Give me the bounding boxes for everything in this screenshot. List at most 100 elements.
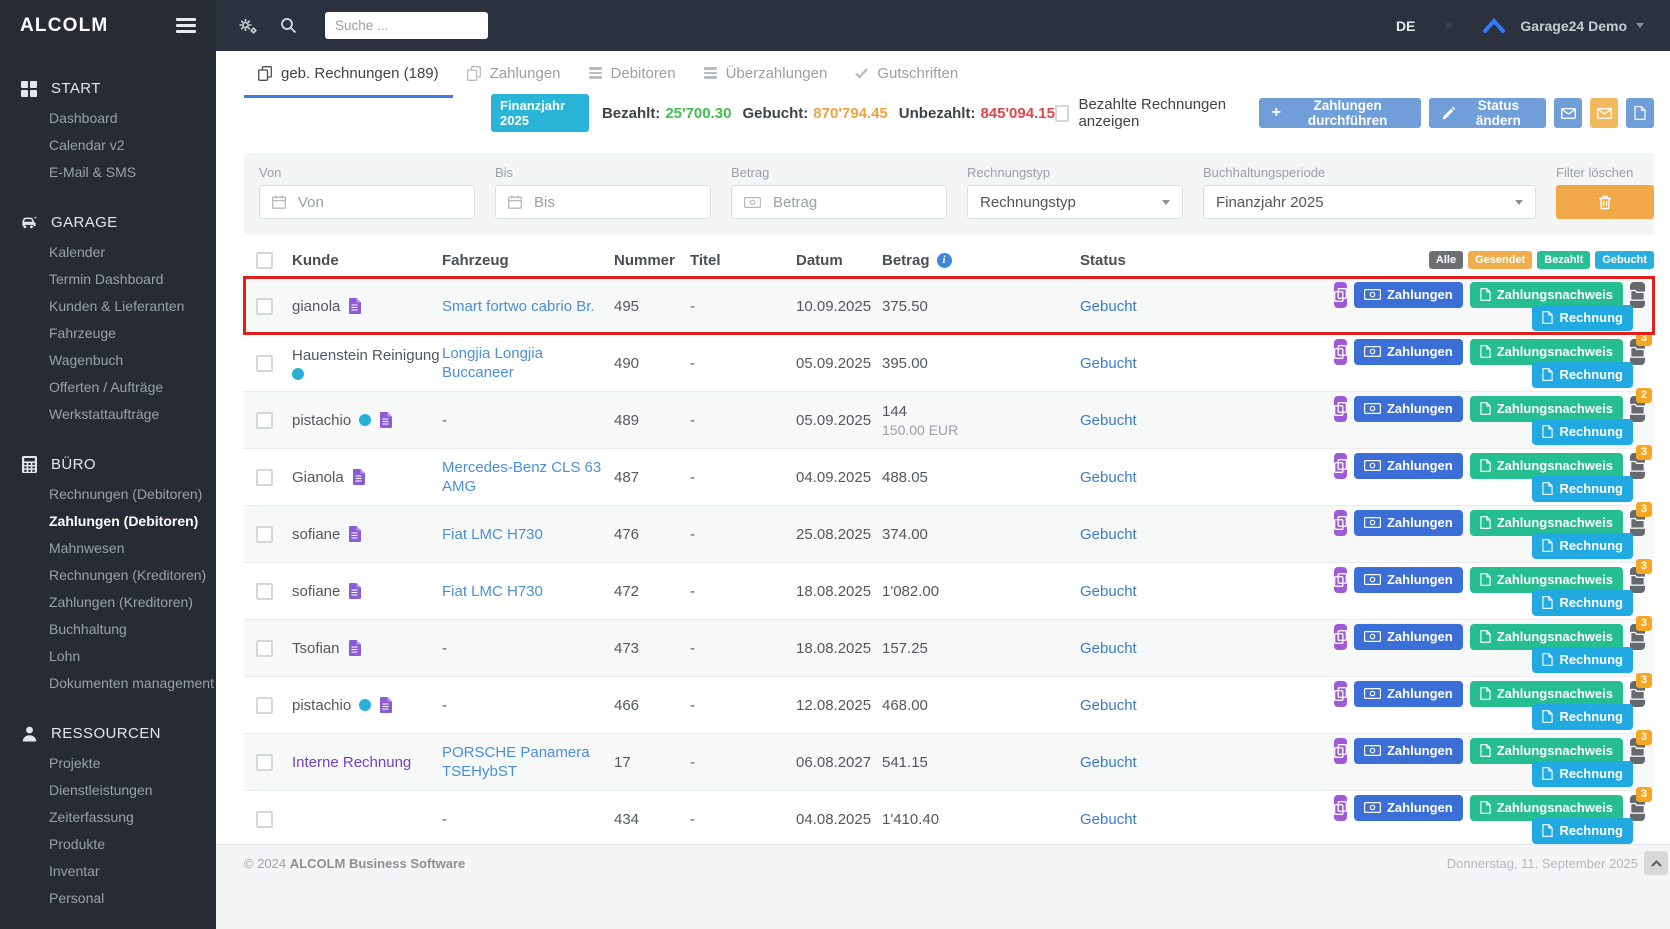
select-all-checkbox[interactable]	[256, 252, 273, 269]
copy-invoice-button[interactable]	[1334, 396, 1347, 422]
invoice-pdf-button[interactable]: Rechnung	[1532, 362, 1633, 388]
status-link[interactable]: Gebucht	[1080, 469, 1137, 486]
payments-button[interactable]: Zahlungen	[1354, 396, 1463, 422]
customer-name[interactable]: pistachio	[292, 412, 351, 429]
documents-folder-button[interactable]: 3	[1630, 624, 1645, 650]
send-reminder-email-button[interactable]	[1590, 98, 1618, 128]
note-document-icon[interactable]	[348, 583, 361, 599]
settings-gears-icon[interactable]	[238, 17, 258, 35]
sidebar-section-header[interactable]: GARAGE	[0, 207, 216, 238]
sidebar-item-werkstattauftr-ge[interactable]: Werkstattaufträge	[0, 400, 216, 427]
vehicle-link[interactable]: Smart fortwo cabrio Br.	[442, 298, 595, 315]
column-status[interactable]: Status	[1072, 252, 1334, 269]
payment-proof-button[interactable]: Zahlungsnachweis	[1470, 567, 1623, 593]
sidebar-item-offerten-auftr-ge[interactable]: Offerten / Aufträge	[0, 373, 216, 400]
payments-button[interactable]: Zahlungen	[1354, 738, 1463, 764]
search-input[interactable]	[325, 12, 488, 39]
row-checkbox[interactable]	[256, 583, 273, 600]
sidebar-item-dienstleistungen[interactable]: Dienstleistungen	[0, 776, 216, 803]
invoice-pdf-button[interactable]: Rechnung	[1532, 305, 1633, 331]
date-to-field[interactable]	[495, 185, 711, 219]
change-status-button[interactable]: Status ändern	[1429, 98, 1546, 128]
payments-button[interactable]: Zahlungen	[1354, 339, 1463, 365]
payments-button[interactable]: Zahlungen	[1354, 624, 1463, 650]
documents-folder-button[interactable]: 2	[1630, 396, 1645, 422]
status-link[interactable]: Gebucht	[1080, 640, 1137, 657]
invoice-type-select[interactable]: Rechnungstyp	[967, 185, 1183, 219]
send-email-button[interactable]	[1554, 98, 1582, 128]
note-document-icon[interactable]	[379, 412, 392, 428]
sidebar-item-dashboard[interactable]: Dashboard	[0, 104, 216, 131]
sidebar-item-lohn[interactable]: Lohn	[0, 642, 216, 669]
documents-folder-button[interactable]: 3	[1630, 339, 1645, 365]
sidebar-item-projekte[interactable]: Projekte	[0, 749, 216, 776]
documents-folder-button[interactable]: 3	[1630, 738, 1645, 764]
invoice-pdf-button[interactable]: Rechnung	[1532, 647, 1633, 673]
sidebar-item-termin-dashboard[interactable]: Termin Dashboard	[0, 265, 216, 292]
column-kunde[interactable]: Kunde	[284, 252, 434, 269]
copy-invoice-button[interactable]	[1334, 510, 1347, 536]
search-icon[interactable]	[280, 17, 297, 34]
documents-folder-button[interactable]: 3	[1630, 510, 1645, 536]
invoice-pdf-button[interactable]: Rechnung	[1532, 419, 1633, 445]
copy-invoice-button[interactable]	[1334, 738, 1347, 764]
sidebar-item-wagenbuch[interactable]: Wagenbuch	[0, 346, 216, 373]
payment-proof-button[interactable]: Zahlungsnachweis	[1470, 282, 1623, 308]
sidebar-item-zahlungen-kreditoren-[interactable]: Zahlungen (Kreditoren)	[0, 588, 216, 615]
tab-überzahlungen[interactable]: Überzahlungen	[690, 51, 842, 98]
column-betrag[interactable]: Betrag	[882, 252, 930, 269]
row-checkbox[interactable]	[256, 640, 273, 657]
date-to-input[interactable]	[532, 193, 698, 212]
scroll-to-top-button[interactable]	[1644, 851, 1668, 875]
sidebar-item-kalender[interactable]: Kalender	[0, 238, 216, 265]
copy-invoice-button[interactable]	[1334, 282, 1347, 308]
status-link[interactable]: Gebucht	[1080, 355, 1137, 372]
invoice-pdf-button[interactable]: Rechnung	[1532, 818, 1633, 844]
copy-invoice-button[interactable]	[1334, 681, 1347, 707]
amount-input[interactable]	[771, 193, 934, 212]
info-icon[interactable]: i	[937, 253, 952, 268]
customer-name[interactable]: Gianola	[292, 469, 344, 486]
payment-proof-button[interactable]: Zahlungsnachweis	[1470, 681, 1623, 707]
status-link[interactable]: Gebucht	[1080, 754, 1137, 771]
sidebar-item-fahrzeuge[interactable]: Fahrzeuge	[0, 319, 216, 346]
language-selector[interactable]: DE	[1396, 18, 1415, 34]
row-checkbox[interactable]	[256, 811, 273, 828]
sidebar-item-zahlungen-debitoren-[interactable]: Zahlungen (Debitoren)	[0, 507, 216, 534]
copy-invoice-button[interactable]	[1334, 567, 1347, 593]
tab-debitoren[interactable]: Debitoren	[575, 51, 690, 98]
clear-filter-button[interactable]	[1556, 185, 1654, 219]
status-link[interactable]: Gebucht	[1080, 583, 1137, 600]
invoice-pdf-button[interactable]: Rechnung	[1532, 761, 1633, 787]
vehicle-link[interactable]: Fiat LMC H730	[442, 583, 543, 600]
payments-button[interactable]: Zahlungen	[1354, 282, 1463, 308]
export-pdf-button[interactable]	[1626, 98, 1654, 128]
sidebar-item-personal[interactable]: Personal	[0, 884, 216, 911]
vehicle-link[interactable]: Fiat LMC H730	[442, 526, 543, 543]
status-link[interactable]: Gebucht	[1080, 526, 1137, 543]
invoice-pdf-button[interactable]: Rechnung	[1532, 533, 1633, 559]
customer-name[interactable]: Interne Rechnung	[292, 754, 411, 771]
execute-payments-button[interactable]: + Zahlungen durchführen	[1259, 98, 1422, 128]
legend-badge-gebucht[interactable]: Gebucht	[1595, 251, 1654, 269]
sidebar-item-e-mail-sms[interactable]: E-Mail & SMS	[0, 158, 216, 185]
column-fahrzeug[interactable]: Fahrzeug	[434, 252, 606, 269]
accounting-period-select[interactable]: Finanzjahr 2025	[1203, 185, 1536, 219]
payment-proof-button[interactable]: Zahlungsnachweis	[1470, 339, 1623, 365]
legend-badge-gesendet[interactable]: Gesendet	[1468, 251, 1532, 269]
sidebar-section-header[interactable]: RESSOURCEN	[0, 718, 216, 749]
customer-name[interactable]: gianola	[292, 298, 340, 315]
tab-geb-rechnungen-189-[interactable]: geb. Rechnungen (189)	[244, 51, 453, 98]
payment-proof-button[interactable]: Zahlungsnachweis	[1470, 624, 1623, 650]
legend-badge-bezahlt[interactable]: Bezahlt	[1537, 251, 1590, 269]
note-document-icon[interactable]	[348, 298, 361, 314]
payments-button[interactable]: Zahlungen	[1354, 453, 1463, 479]
documents-folder-button[interactable]: 3	[1630, 567, 1645, 593]
legend-badge-alle[interactable]: Alle	[1429, 251, 1463, 269]
menu-toggle-icon[interactable]	[176, 15, 196, 37]
payment-proof-button[interactable]: Zahlungsnachweis	[1470, 510, 1623, 536]
note-document-icon[interactable]	[379, 697, 392, 713]
tab-gutschriften[interactable]: Gutschriften	[841, 51, 972, 98]
payment-proof-button[interactable]: Zahlungsnachweis	[1470, 738, 1623, 764]
payments-button[interactable]: Zahlungen	[1354, 567, 1463, 593]
